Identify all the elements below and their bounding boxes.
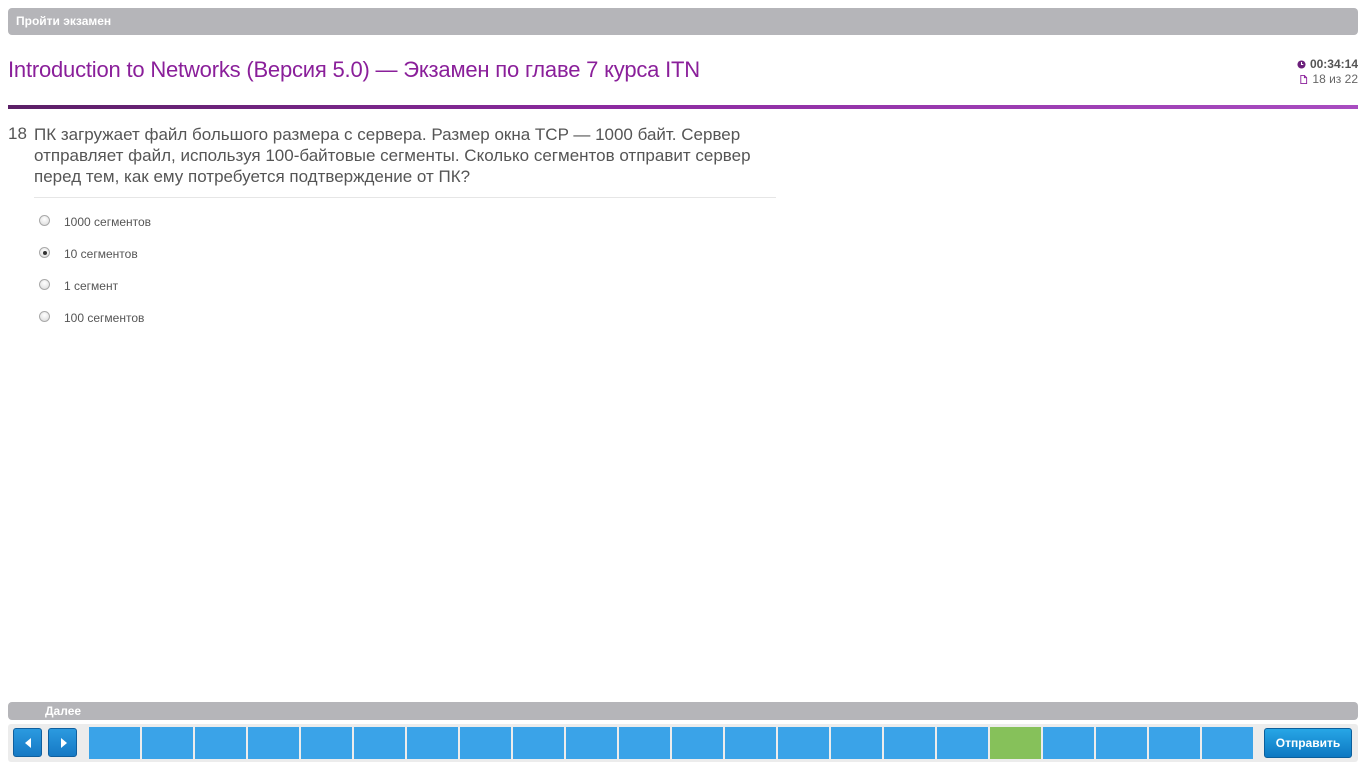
question-cell[interactable] xyxy=(937,727,988,759)
answer-radio[interactable] xyxy=(39,311,50,322)
clock-icon xyxy=(1297,60,1306,69)
submit-button[interactable]: Отправить xyxy=(1264,728,1352,758)
question-cell[interactable] xyxy=(89,727,140,759)
question-cell[interactable] xyxy=(195,727,246,759)
answer-label: 1000 сегментов xyxy=(64,215,152,229)
question-cell[interactable] xyxy=(513,727,564,759)
arrow-right-icon xyxy=(60,737,67,748)
timer: 00:34:14 xyxy=(1297,57,1358,72)
timer-value: 00:34:14 xyxy=(1309,57,1358,71)
footer-bar: Далее xyxy=(8,702,1358,720)
question-progress: 18 из 22 xyxy=(1297,72,1358,87)
question-cell[interactable] xyxy=(831,727,882,759)
question-cell[interactable] xyxy=(778,727,829,759)
question-cell[interactable] xyxy=(142,727,193,759)
question-text: ПК загружает файл большого размера с сер… xyxy=(34,125,751,186)
question-cell[interactable] xyxy=(1096,727,1147,759)
answer-radio-selected[interactable] xyxy=(39,247,50,258)
answer-radio[interactable] xyxy=(39,215,50,226)
question-cell[interactable] xyxy=(884,727,935,759)
progress-value: 18 из 22 xyxy=(1312,72,1358,86)
exam-header-label: Пройти экзамен xyxy=(16,14,112,28)
answer-label: 10 сегментов xyxy=(64,247,138,261)
question-cell-current[interactable] xyxy=(990,727,1041,759)
question-cell[interactable] xyxy=(248,727,299,759)
question-cell[interactable] xyxy=(566,727,617,759)
question-cell[interactable] xyxy=(1202,727,1253,759)
question-number: 18 xyxy=(8,124,27,143)
answer-label: 100 сегментов xyxy=(64,311,145,325)
exam-header-bar: Пройти экзамен xyxy=(8,8,1358,35)
arrow-left-icon xyxy=(24,737,31,748)
question-cell[interactable] xyxy=(619,727,670,759)
question-cell[interactable] xyxy=(301,727,352,759)
next-button[interactable] xyxy=(48,728,77,757)
question-cell[interactable] xyxy=(1043,727,1094,759)
page-title: Introduction to Networks (Версия 5.0) — … xyxy=(8,57,700,82)
previous-button[interactable] xyxy=(13,728,42,757)
question-cell[interactable] xyxy=(407,727,458,759)
page-icon xyxy=(1300,75,1308,84)
question-cell[interactable] xyxy=(725,727,776,759)
question-cell[interactable] xyxy=(354,727,405,759)
question-separator xyxy=(34,197,776,198)
answer-radio[interactable] xyxy=(39,279,50,290)
question-cells xyxy=(89,727,1253,759)
exam-meta: 00:34:14 18 из 22 xyxy=(1297,57,1358,87)
question-cell[interactable] xyxy=(1149,727,1200,759)
question-cell[interactable] xyxy=(672,727,723,759)
next-label: Далее xyxy=(45,704,82,718)
question-cell[interactable] xyxy=(460,727,511,759)
title-divider xyxy=(8,105,1358,109)
answer-label: 1 сегмент xyxy=(64,279,119,293)
